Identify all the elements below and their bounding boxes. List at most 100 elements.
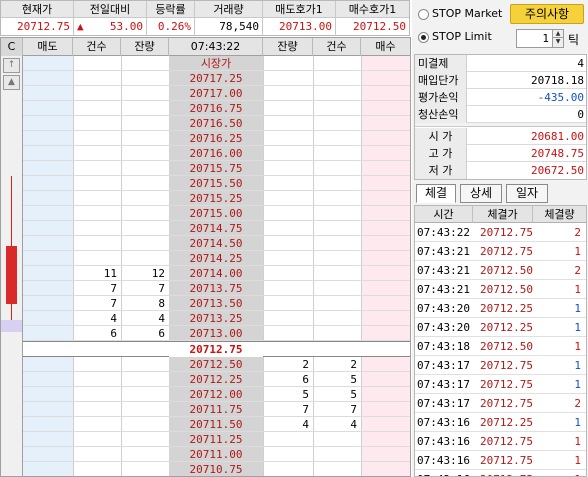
ask-count — [73, 236, 121, 251]
buy-count-header: 건수 — [313, 38, 361, 56]
trade-list: 시간 체결가 체결량 07:43:22 20712.75 2 07:43:21 2071… — [414, 205, 587, 477]
stepper-down-icon[interactable]: ▼ — [553, 38, 563, 46]
bid-price: 20711.00 — [189, 448, 243, 461]
trade-qty: 2 — [574, 226, 581, 239]
trade-qty: 1 — [574, 359, 581, 372]
trade-time: 07:43:17 — [417, 397, 470, 410]
stop-limit-label[interactable]: STOP Limit — [432, 30, 492, 44]
ask-price: 20714.25 — [189, 252, 243, 265]
trade-qty: 1 — [574, 283, 581, 296]
trade-time: 07:43:16 — [417, 470, 473, 476]
ask-count — [73, 251, 121, 266]
tick-input[interactable]: 1 — [517, 30, 553, 47]
quote-header-label: 매도호가1 — [263, 1, 335, 18]
ask-price: 20716.00 — [189, 147, 243, 160]
trade-qty: 1 — [574, 321, 581, 334]
trade-qty: 1 — [574, 245, 581, 258]
ask-price: 20715.25 — [189, 192, 243, 205]
trade-row: 07:43:21 20712.50 1 — [415, 280, 586, 299]
bid-count: 7 — [350, 403, 357, 416]
trade-price: 20712.50 — [480, 283, 533, 296]
quote-header-label: 전일대비 — [74, 1, 146, 18]
trade-price: 20712.50 — [480, 340, 533, 353]
trade-row: 07:43:16 20712.75 1 — [415, 432, 586, 451]
stat-row-high: 고 가 20748.75 — [415, 145, 586, 162]
book-row-ask: 20716.75 — [23, 101, 410, 116]
bid-count: 5 — [350, 388, 357, 401]
stat-value: 20681.00 — [531, 130, 584, 143]
stop-market-label[interactable]: STOP Market — [432, 7, 502, 21]
stat-label: 청산손익 — [415, 106, 467, 123]
trade-price: 20712.75 — [480, 359, 533, 372]
bid-remain — [263, 447, 313, 462]
bid-price: 20712.00 — [189, 388, 243, 401]
trade-time: 07:43:16 — [417, 454, 470, 467]
ask-remain: 6 — [158, 327, 165, 340]
book-row-bid: 20712.25 6 5 — [23, 372, 410, 387]
bid-price: 20712.50 — [189, 358, 243, 371]
trade-price: 20712.75 — [480, 397, 533, 410]
book-row-bid: 20711.00 — [23, 447, 410, 462]
ask1-value: 20713.00 — [279, 20, 332, 33]
ask-remain — [121, 146, 169, 161]
trade-qty-header: 체결량 — [544, 208, 575, 221]
stat-label: 미결제 — [415, 55, 467, 72]
chart-toggle-button[interactable]: C — [1, 38, 23, 56]
stat-value: 20718.18 — [531, 74, 584, 87]
bid-price: 20710.75 — [189, 463, 243, 476]
ask-price: 20714.75 — [189, 222, 243, 235]
buy-remain-header: 잔량 — [263, 38, 313, 56]
tab-trades[interactable]: 체결 — [416, 184, 456, 203]
quote-volume-cell: 거래량 78,540 — [195, 1, 263, 36]
trade-qty: 1 — [574, 416, 581, 429]
stat-label: 평가손익 — [415, 89, 467, 106]
order-panel: STOP Market STOP Limit 주의사항 1 ▲ ▼ 틱 미결제 … — [412, 0, 588, 477]
trade-time: 07:43:22 — [417, 226, 470, 239]
ask-price: 20714.50 — [189, 237, 243, 250]
volume-value: 78,540 — [219, 20, 259, 33]
tick-stepper[interactable]: 1 ▲ ▼ — [516, 29, 564, 48]
trade-time: 07:43:16 — [417, 435, 470, 448]
trade-price: 20712.75 — [480, 378, 533, 391]
bid-remain: 7 — [302, 403, 309, 416]
ask-count: 7 — [110, 297, 117, 310]
order-book-header: C 매도 건수 잔량 07:43:22 잔량 건수 매수 — [1, 38, 410, 56]
trade-row: 07:43:17 20712.75 2 — [415, 394, 586, 413]
quote-current-cell: 현재가 20712.75 — [1, 1, 74, 36]
tab-daily[interactable]: 일자 — [506, 184, 548, 203]
trade-row: 07:43:20 20712.25 1 — [415, 299, 586, 318]
book-row-ask: 20715.25 — [23, 191, 410, 206]
change-value-row: ▲ 53.00 — [74, 18, 146, 35]
book-row-ask: 20716.25 — [23, 131, 410, 146]
bid-price: 20711.75 — [189, 403, 243, 416]
ask-remain: 7 — [158, 282, 165, 295]
scroll-up-button[interactable]: ↑ — [3, 58, 20, 73]
stat-row-avg-price: 매입단가 20718.18 — [415, 72, 586, 89]
stat-label: 고 가 — [415, 145, 467, 162]
trade-price: 20712.25 — [480, 321, 533, 334]
up-triangle-icon: ▲ — [77, 20, 84, 33]
warning-button[interactable]: 주의사항 — [510, 4, 584, 24]
ask-price: 20715.75 — [189, 162, 243, 175]
ask-price: 20713.00 — [189, 327, 243, 340]
collapse-button[interactable]: ▲ — [3, 75, 20, 90]
ask-count: 11 — [103, 267, 117, 280]
trade-qty: 1 — [574, 302, 581, 315]
ask-price: 20713.75 — [189, 282, 243, 295]
tab-detail[interactable]: 상세 — [460, 184, 502, 203]
stop-limit-radio[interactable] — [418, 32, 429, 43]
ask-count — [73, 176, 121, 191]
stepper-up-icon[interactable]: ▲ — [553, 30, 563, 38]
ask-count — [73, 191, 121, 206]
trade-time: 07:43:20 — [417, 302, 470, 315]
bid-remain: 6 — [302, 373, 309, 386]
trade-price: 20712.75 — [480, 435, 533, 448]
trade-row: 07:43:17 20712.75 1 — [415, 356, 586, 375]
ask-count: 4 — [110, 312, 117, 325]
ask-remain — [121, 251, 169, 266]
stop-market-radio[interactable] — [418, 9, 429, 20]
position-stats: 미결제 4 매입단가 20718.18 평가손익 -435.00 청산손익 0 … — [414, 54, 587, 180]
trade-list-header: 시간 체결가 체결량 — [415, 206, 586, 223]
book-row-ask: 20715.75 — [23, 161, 410, 176]
ask-remain: 4 — [158, 312, 165, 325]
